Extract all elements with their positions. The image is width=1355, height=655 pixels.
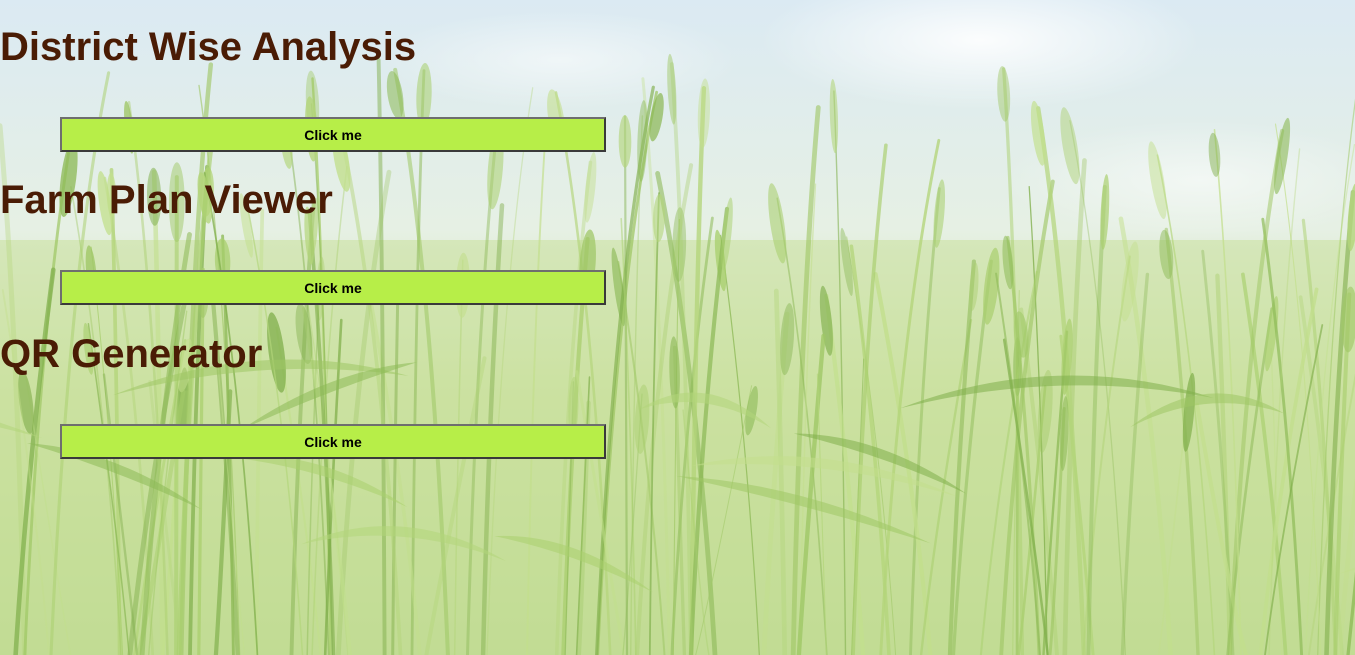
section-title-qr-generator: QR Generator [0, 332, 263, 376]
farm-plan-viewer-button[interactable]: Click me [60, 270, 606, 305]
section-title-district-wise-analysis: District Wise Analysis [0, 25, 417, 69]
section-title-farm-plan-viewer: Farm Plan Viewer [0, 178, 333, 222]
wheat-field-background [0, 0, 1355, 655]
district-wise-analysis-button[interactable]: Click me [60, 117, 606, 152]
qr-generator-button[interactable]: Click me [60, 424, 606, 459]
wheat-stalk [174, 175, 179, 655]
